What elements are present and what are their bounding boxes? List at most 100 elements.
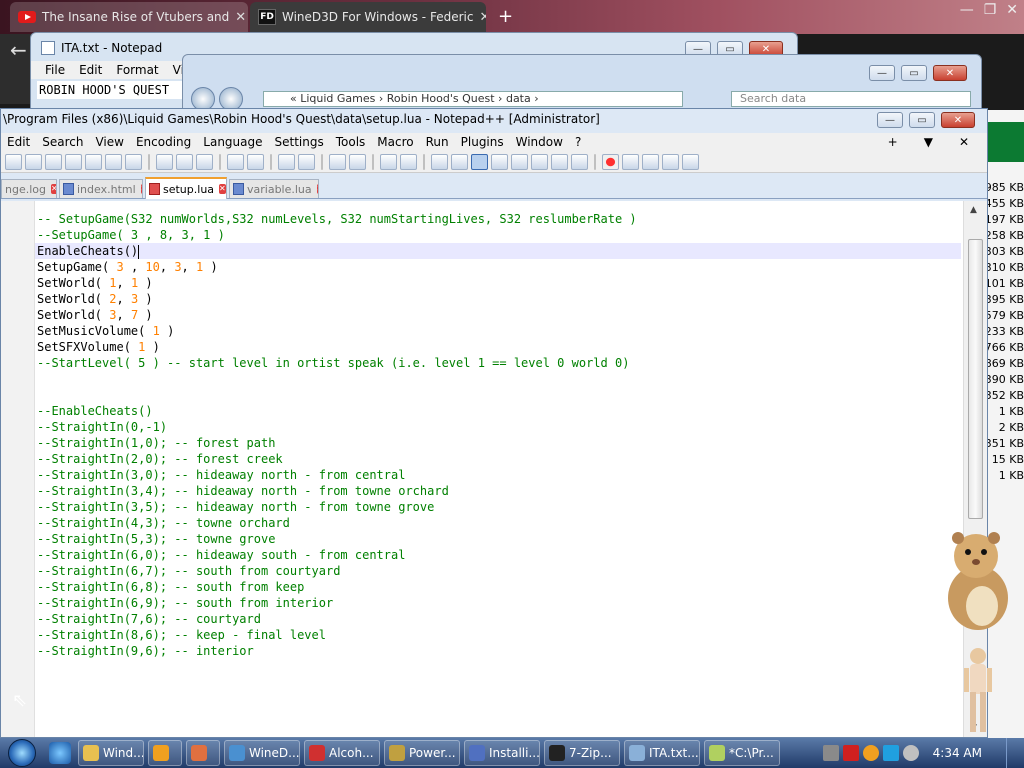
- code-editor[interactable]: -- SetupGame(S32 numWorlds,S32 numLevels…: [1, 201, 963, 737]
- code-line[interactable]: --StraightIn(3,0); -- hideaway north - f…: [37, 467, 961, 483]
- paste-icon[interactable]: [196, 153, 213, 170]
- folder-workspace-icon[interactable]: [551, 153, 568, 170]
- code-line[interactable]: SetWorld( 2, 3 ): [37, 291, 961, 307]
- browser-tab-vtubers[interactable]: The Insane Rise of Vtubers and ✕: [10, 2, 248, 32]
- menu-search[interactable]: Search: [36, 135, 89, 149]
- code-line[interactable]: SetMusicVolume( 1 ): [37, 323, 961, 339]
- print-icon[interactable]: [125, 153, 142, 170]
- close-tab-icon[interactable]: ✕: [316, 184, 318, 194]
- minimize-icon[interactable]: —: [960, 2, 974, 18]
- menu-view[interactable]: View: [89, 135, 129, 149]
- code-line[interactable]: --StraightIn(1,0); -- forest path: [37, 435, 961, 451]
- new-tab-icon[interactable]: +: [882, 135, 904, 149]
- close-button[interactable]: ✕: [941, 112, 975, 128]
- menu-edit[interactable]: Edit: [1, 135, 36, 149]
- tray-display-icon[interactable]: [882, 745, 899, 761]
- word-wrap-icon[interactable]: [431, 153, 448, 170]
- code-line[interactable]: --StraightIn(8,6); -- keep - final level: [37, 627, 961, 643]
- tab-setup-lua[interactable]: setup.lua ✕: [145, 177, 227, 199]
- taskbar-task[interactable]: ITA.txt...: [624, 740, 700, 766]
- code-line[interactable]: --StraightIn(6,7); -- south from courtya…: [37, 563, 961, 579]
- code-line[interactable]: --StraightIn(7,6); -- courtyard: [37, 611, 961, 627]
- close-all-icon[interactable]: [105, 153, 122, 170]
- menu-file[interactable]: File: [45, 63, 65, 77]
- cut-icon[interactable]: [156, 153, 173, 170]
- doc-map-icon[interactable]: [511, 153, 528, 170]
- tab-variable-lua[interactable]: variable.lua ✕: [229, 179, 319, 198]
- tray-volume-icon[interactable]: [902, 745, 919, 761]
- taskbar-task[interactable]: Power...: [384, 740, 460, 766]
- code-line[interactable]: --StraightIn(6,0); -- hideaway south - f…: [37, 547, 961, 563]
- redo-icon[interactable]: [247, 153, 264, 170]
- close-doc-icon[interactable]: ✕: [953, 135, 975, 149]
- menu-macro[interactable]: Macro: [371, 135, 419, 149]
- show-all-chars-icon[interactable]: [451, 153, 468, 170]
- taskbar-task[interactable]: Alcoh...: [304, 740, 380, 766]
- tray-app-icon[interactable]: [822, 745, 839, 761]
- show-desktop-button[interactable]: [1006, 738, 1018, 768]
- taskbar-task[interactable]: Wind...: [78, 740, 144, 766]
- menu-tools[interactable]: Tools: [330, 135, 372, 149]
- scroll-thumb[interactable]: [968, 239, 983, 519]
- function-list-icon[interactable]: [531, 153, 548, 170]
- code-line[interactable]: --StraightIn(2,0); -- forest creek: [37, 451, 961, 467]
- code-line[interactable]: --StraightIn(3,5); -- hideaway north - f…: [37, 499, 961, 515]
- start-button[interactable]: [0, 738, 44, 768]
- indent-guide-icon[interactable]: [471, 153, 488, 170]
- save-all-icon[interactable]: [65, 153, 82, 170]
- code-line[interactable]: --StraightIn(6,8); -- south from keep: [37, 579, 961, 595]
- taskbar-task[interactable]: Installi...: [464, 740, 540, 766]
- tray-vegas-icon[interactable]: [842, 745, 859, 761]
- clock[interactable]: 4:34 AM: [933, 746, 982, 760]
- code-line[interactable]: SetSFXVolume( 1 ): [37, 339, 961, 355]
- code-line[interactable]: --StartLevel( 5 ) -- start level in orti…: [37, 355, 961, 371]
- code-line[interactable]: [37, 371, 961, 387]
- code-line[interactable]: SetWorld( 1, 1 ): [37, 275, 961, 291]
- tray-search-icon[interactable]: [862, 745, 879, 761]
- fold-margin[interactable]: [1, 201, 35, 737]
- notepad-text-area[interactable]: ROBIN HOOD'S QUEST: [37, 81, 187, 99]
- taskbar-task[interactable]: WineD...: [224, 740, 300, 766]
- close-tab-icon[interactable]: ✕: [51, 184, 56, 194]
- undo-icon[interactable]: [227, 153, 244, 170]
- tab-index-html[interactable]: index.html ✕: [59, 179, 143, 198]
- monitoring-icon[interactable]: [571, 153, 588, 170]
- record-macro-icon[interactable]: [602, 153, 619, 170]
- code-line[interactable]: --SetupGame( 3 , 8, 3, 1 ): [37, 227, 961, 243]
- search-input[interactable]: Search data: [731, 91, 971, 107]
- hamster-desktop-pet-icon[interactable]: [938, 528, 1012, 632]
- menu-edit[interactable]: Edit: [79, 63, 102, 77]
- tab-list-icon[interactable]: ▼: [918, 135, 939, 149]
- code-line[interactable]: --EnableCheats(): [37, 403, 961, 419]
- zoom-in-icon[interactable]: [329, 153, 346, 170]
- new-file-icon[interactable]: [5, 153, 22, 170]
- close-button[interactable]: ✕: [933, 65, 967, 81]
- code-line[interactable]: --StraightIn(0,-1): [37, 419, 961, 435]
- menu-settings[interactable]: Settings: [269, 135, 330, 149]
- code-line[interactable]: --StraightIn(9,6); -- interior: [37, 643, 961, 659]
- menu-window[interactable]: Window: [510, 135, 569, 149]
- stop-macro-icon[interactable]: [622, 153, 639, 170]
- minimize-button[interactable]: —: [877, 112, 903, 128]
- tab-change-log[interactable]: nge.log ✕: [1, 179, 57, 198]
- scroll-up-icon[interactable]: ▲: [970, 205, 977, 215]
- copy-icon[interactable]: [176, 153, 193, 170]
- play-macro-icon[interactable]: [642, 153, 659, 170]
- maximize-button[interactable]: ▭: [909, 112, 935, 128]
- code-line[interactable]: --StraightIn(3,4); -- hideaway north - f…: [37, 483, 961, 499]
- close-file-icon[interactable]: [85, 153, 102, 170]
- zoom-out-icon[interactable]: [349, 153, 366, 170]
- close-icon[interactable]: ✕: [479, 10, 486, 25]
- character-desktop-pet-icon[interactable]: [958, 646, 998, 738]
- menu-format[interactable]: Format: [116, 63, 158, 77]
- maximize-icon[interactable]: ❐: [984, 2, 997, 18]
- menu-language[interactable]: Language: [197, 135, 268, 149]
- save-macro-icon[interactable]: [682, 153, 699, 170]
- menu-run[interactable]: Run: [420, 135, 455, 149]
- internet-explorer-icon[interactable]: [49, 742, 71, 764]
- taskbar-task[interactable]: *C:\Pr...: [704, 740, 780, 766]
- menu-plugins[interactable]: Plugins: [455, 135, 510, 149]
- browser-tab-wined3d[interactable]: FD WineD3D For Windows - Federic ✕: [250, 2, 486, 32]
- close-tab-icon[interactable]: ✕: [140, 184, 142, 194]
- sync-scroll-v-icon[interactable]: [380, 153, 397, 170]
